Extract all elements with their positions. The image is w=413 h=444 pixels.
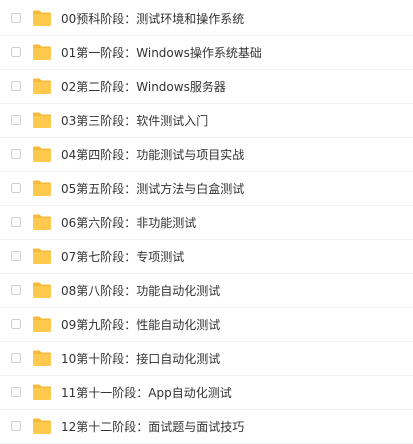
row-checkbox[interactable] bbox=[11, 285, 21, 295]
folder-icon bbox=[33, 180, 51, 196]
file-row[interactable]: 04第四阶段：功能测试与项目实战 bbox=[0, 138, 413, 172]
folder-name[interactable]: 12第十二阶段：面试题与面试技巧 bbox=[61, 419, 244, 435]
row-checkbox[interactable] bbox=[11, 387, 21, 397]
file-row[interactable]: 02第二阶段：Windows服务器 bbox=[0, 70, 413, 104]
folder-name[interactable]: 08第八阶段：功能自动化测试 bbox=[61, 283, 220, 299]
row-checkbox[interactable] bbox=[11, 319, 21, 329]
folder-name[interactable]: 06第六阶段：非功能测试 bbox=[61, 215, 196, 231]
row-checkbox[interactable] bbox=[11, 421, 21, 431]
file-row[interactable]: 05第五阶段：测试方法与白盒测试 bbox=[0, 172, 413, 206]
file-row[interactable]: 06第六阶段：非功能测试 bbox=[0, 206, 413, 240]
folder-icon bbox=[33, 44, 51, 60]
file-row[interactable]: 08第八阶段：功能自动化测试 bbox=[0, 274, 413, 308]
folder-icon bbox=[33, 10, 51, 26]
folder-icon bbox=[33, 112, 51, 128]
folder-icon bbox=[33, 282, 51, 298]
folder-icon bbox=[33, 248, 51, 264]
file-row[interactable]: 07第七阶段：专项测试 bbox=[0, 240, 413, 274]
folder-icon bbox=[33, 384, 51, 400]
folder-icon bbox=[33, 350, 51, 366]
folder-name[interactable]: 00预科阶段：测试环境和操作系统 bbox=[61, 11, 244, 27]
folder-icon bbox=[33, 146, 51, 162]
folder-name[interactable]: 11第十一阶段：App自动化测试 bbox=[61, 385, 232, 401]
folder-icon bbox=[33, 214, 51, 230]
folder-name[interactable]: 03第三阶段：软件测试入门 bbox=[61, 113, 208, 129]
file-row[interactable]: 09第九阶段：性能自动化测试 bbox=[0, 308, 413, 342]
folder-icon bbox=[33, 78, 51, 94]
folder-name[interactable]: 01第一阶段：Windows操作系统基础 bbox=[61, 45, 262, 61]
folder-name[interactable]: 07第七阶段：专项测试 bbox=[61, 249, 184, 265]
row-checkbox[interactable] bbox=[11, 183, 21, 193]
row-checkbox[interactable] bbox=[11, 47, 21, 57]
file-row[interactable]: 11第十一阶段：App自动化测试 bbox=[0, 376, 413, 410]
folder-name[interactable]: 09第九阶段：性能自动化测试 bbox=[61, 317, 220, 333]
row-checkbox[interactable] bbox=[11, 115, 21, 125]
row-checkbox[interactable] bbox=[11, 149, 21, 159]
folder-icon bbox=[33, 418, 51, 434]
file-row[interactable]: 12第十二阶段：面试题与面试技巧 bbox=[0, 410, 413, 444]
file-row[interactable]: 03第三阶段：软件测试入门 bbox=[0, 104, 413, 138]
folder-name[interactable]: 05第五阶段：测试方法与白盒测试 bbox=[61, 181, 244, 197]
folder-name[interactable]: 10第十阶段：接口自动化测试 bbox=[61, 351, 220, 367]
folder-name[interactable]: 02第二阶段：Windows服务器 bbox=[61, 79, 226, 95]
row-checkbox[interactable] bbox=[11, 81, 21, 91]
folder-name[interactable]: 04第四阶段：功能测试与项目实战 bbox=[61, 147, 244, 163]
row-checkbox[interactable] bbox=[11, 13, 21, 23]
row-checkbox[interactable] bbox=[11, 251, 21, 261]
folder-icon bbox=[33, 316, 51, 332]
file-row[interactable]: 00预科阶段：测试环境和操作系统 bbox=[0, 2, 413, 36]
row-checkbox[interactable] bbox=[11, 353, 21, 363]
file-row[interactable]: 01第一阶段：Windows操作系统基础 bbox=[0, 36, 413, 70]
file-list: 00预科阶段：测试环境和操作系统 01第一阶段：Windows操作系统基础 02… bbox=[0, 2, 413, 444]
row-checkbox[interactable] bbox=[11, 217, 21, 227]
file-row[interactable]: 10第十阶段：接口自动化测试 bbox=[0, 342, 413, 376]
